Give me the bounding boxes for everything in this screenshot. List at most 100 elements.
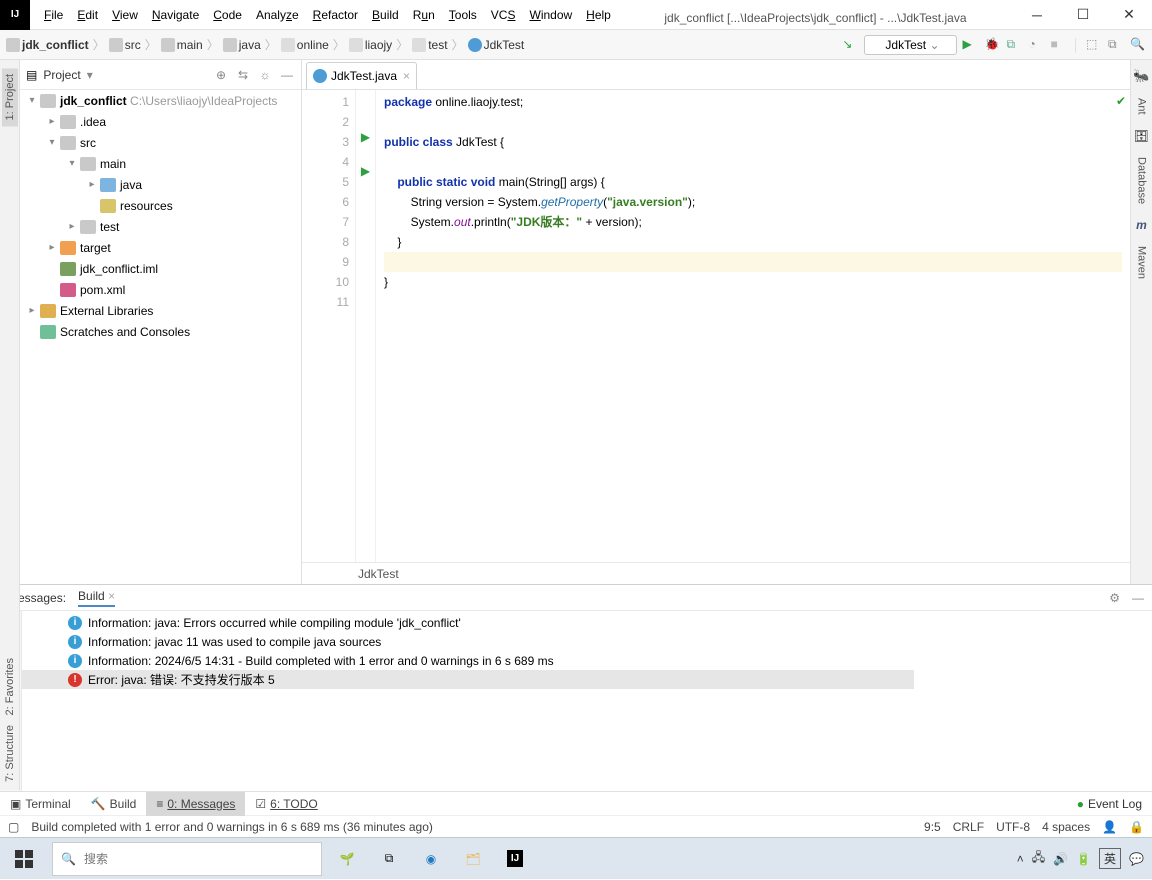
menu-build[interactable]: Build — [366, 4, 405, 26]
plant-icon[interactable]: 🌱 — [326, 838, 368, 880]
message-item[interactable]: iInformation: javac 11 was used to compi… — [22, 632, 914, 651]
crumb-java[interactable]: java — [239, 38, 261, 52]
crumb-test[interactable]: test — [428, 38, 447, 52]
run-line-icon[interactable]: ▶ — [356, 164, 375, 178]
gear-icon[interactable]: ⚙ — [1109, 591, 1120, 605]
coverage-icon[interactable]: ⧉ — [1007, 37, 1023, 53]
menu-file[interactable]: File — [38, 4, 69, 26]
collapse-icon[interactable]: ☼ — [257, 67, 273, 83]
inspection-ok-icon[interactable]: ✔ — [1116, 94, 1126, 108]
close-button[interactable]: ✕ — [1106, 0, 1152, 30]
run-gutter[interactable]: ▶ ▶ — [356, 90, 376, 562]
caret-position[interactable]: 9:5 — [924, 820, 941, 834]
editor-tab[interactable]: JdkTest.java × — [306, 62, 417, 89]
notifications-icon[interactable]: 💬 — [1129, 852, 1144, 866]
menu-analyze[interactable]: Analyze — [250, 4, 305, 26]
hide-icon[interactable]: — — [279, 67, 295, 83]
stop-icon[interactable]: ■ — [1051, 37, 1067, 53]
run-config-combo[interactable]: JdkTest ⌄ — [864, 35, 956, 55]
menu-help[interactable]: Help — [580, 4, 617, 26]
ant-icon[interactable]: 🐜 — [1133, 68, 1149, 84]
database-tab[interactable]: Database — [1134, 153, 1150, 208]
tree-root[interactable]: jdk_conflict — [60, 94, 127, 108]
maven-icon[interactable]: m — [1136, 218, 1147, 232]
system-tray[interactable]: ˄ 🖧 🔊 🔋 英 💬 — [1017, 848, 1152, 869]
tray-network-icon[interactable]: 🖧 — [1032, 848, 1045, 869]
structure-tab[interactable]: 7: Structure — [4, 725, 16, 782]
minimize-button[interactable]: ─ — [1014, 0, 1060, 30]
project-panel-title[interactable]: Project — [43, 68, 80, 82]
build-icon[interactable]: ↘ — [842, 37, 858, 53]
tray-up-icon[interactable]: ˄ — [1017, 852, 1024, 866]
tray-battery-icon[interactable]: 🔋 — [1076, 852, 1091, 866]
tree-iml[interactable]: jdk_conflict.iml — [80, 262, 158, 276]
menu-view[interactable]: View — [106, 4, 144, 26]
indent-setting[interactable]: 4 spaces — [1042, 820, 1090, 834]
code-body[interactable]: package online.liaojy.test; public class… — [376, 90, 1130, 562]
crumb-class[interactable]: JdkTest — [484, 38, 525, 52]
todo-button[interactable]: ☑6: TODO — [245, 792, 327, 816]
message-item-error[interactable]: !Error: java: 错误: 不支持发行版本 5 — [22, 670, 914, 689]
close-tab-icon[interactable]: × — [403, 69, 410, 83]
tree-src[interactable]: src — [80, 136, 96, 150]
crumb-src[interactable]: src — [125, 38, 141, 52]
terminal-button[interactable]: ▣Terminal — [0, 792, 81, 816]
taskbar-search[interactable]: 🔍搜索 — [52, 842, 322, 876]
line-separator[interactable]: CRLF — [953, 820, 984, 834]
menu-navigate[interactable]: Navigate — [146, 4, 205, 26]
profile-icon[interactable]: ◔ — [1029, 37, 1045, 53]
maximize-button[interactable]: ☐ — [1060, 0, 1106, 30]
menu-run[interactable]: Run — [407, 4, 441, 26]
tree-scratches[interactable]: Scratches and Consoles — [60, 325, 190, 339]
crumb-main[interactable]: main — [177, 38, 203, 52]
maven-tab[interactable]: Maven — [1134, 242, 1150, 283]
tray-volume-icon[interactable]: 🔊 — [1053, 852, 1068, 866]
messages-button[interactable]: ≡0: Messages — [146, 792, 245, 816]
editor-breadcrumb[interactable]: JdkTest — [302, 562, 1130, 584]
project-toolwindow-tab[interactable]: 1: Project — [2, 68, 18, 126]
run-icon[interactable]: ▶ — [963, 37, 979, 53]
tree-target[interactable]: target — [80, 241, 111, 255]
favorites-tab[interactable]: 2: Favorites — [4, 658, 16, 715]
menu-window[interactable]: Window — [523, 4, 578, 26]
message-item[interactable]: iInformation: java: Errors occurred whil… — [22, 613, 914, 632]
search-icon[interactable]: 🔍 — [1130, 37, 1146, 53]
tree-idea[interactable]: .idea — [80, 115, 106, 129]
menu-refactor[interactable]: Refactor — [307, 4, 364, 26]
edge-icon[interactable]: ◉ — [410, 838, 452, 880]
crumb-online[interactable]: online — [297, 38, 329, 52]
locate-icon[interactable]: ⊕ — [213, 67, 229, 83]
explorer-icon[interactable]: 🗂 — [452, 838, 494, 880]
project-tree[interactable]: ▾jdk_conflict C:\Users\liaojy\IdeaProjec… — [20, 90, 301, 584]
tree-pom[interactable]: pom.xml — [80, 283, 125, 297]
run-line-icon[interactable]: ▶ — [356, 130, 375, 144]
message-item[interactable]: iInformation: 2024/6/5 14:31 - Build com… — [22, 651, 914, 670]
menu-tools[interactable]: Tools — [443, 4, 483, 26]
ime-indicator[interactable]: 英 — [1099, 848, 1121, 869]
search-everywhere-icon[interactable]: ⧉ — [1108, 37, 1124, 53]
menu-vcs[interactable]: VCS — [485, 4, 522, 26]
database-icon[interactable]: 🗄 — [1134, 129, 1149, 143]
tree-resources[interactable]: resources — [120, 199, 173, 213]
start-button[interactable] — [0, 838, 48, 880]
hide-panel-icon[interactable]: — — [1132, 591, 1144, 605]
menu-code[interactable]: Code — [207, 4, 248, 26]
expand-icon[interactable]: ⇆ — [235, 67, 251, 83]
code-editor[interactable]: 1234567891011 ▶ ▶ package online.liaojy.… — [302, 90, 1130, 562]
crumb-project[interactable]: jdk_conflict — [22, 38, 89, 52]
inspections-icon[interactable]: 👤 — [1102, 820, 1117, 834]
crumb-liaojy[interactable]: liaojy — [365, 38, 392, 52]
messages-list[interactable]: iInformation: java: Errors occurred whil… — [22, 611, 914, 791]
tree-java[interactable]: java — [120, 178, 142, 192]
file-encoding[interactable]: UTF-8 — [996, 820, 1030, 834]
tree-main[interactable]: main — [100, 157, 126, 171]
intellij-taskbar-icon[interactable]: IJ — [494, 838, 536, 880]
git-icon[interactable]: ⬚ — [1086, 37, 1102, 53]
debug-icon[interactable]: 🐞 — [985, 37, 1001, 53]
menu-edit[interactable]: Edit — [71, 4, 104, 26]
build-button[interactable]: 🔨Build — [81, 792, 147, 816]
close-tab-icon[interactable]: × — [108, 589, 115, 603]
lock-icon[interactable]: 🔒 — [1129, 820, 1144, 834]
tree-external[interactable]: External Libraries — [60, 304, 153, 318]
event-log-button[interactable]: ●Event Log — [1067, 792, 1152, 816]
